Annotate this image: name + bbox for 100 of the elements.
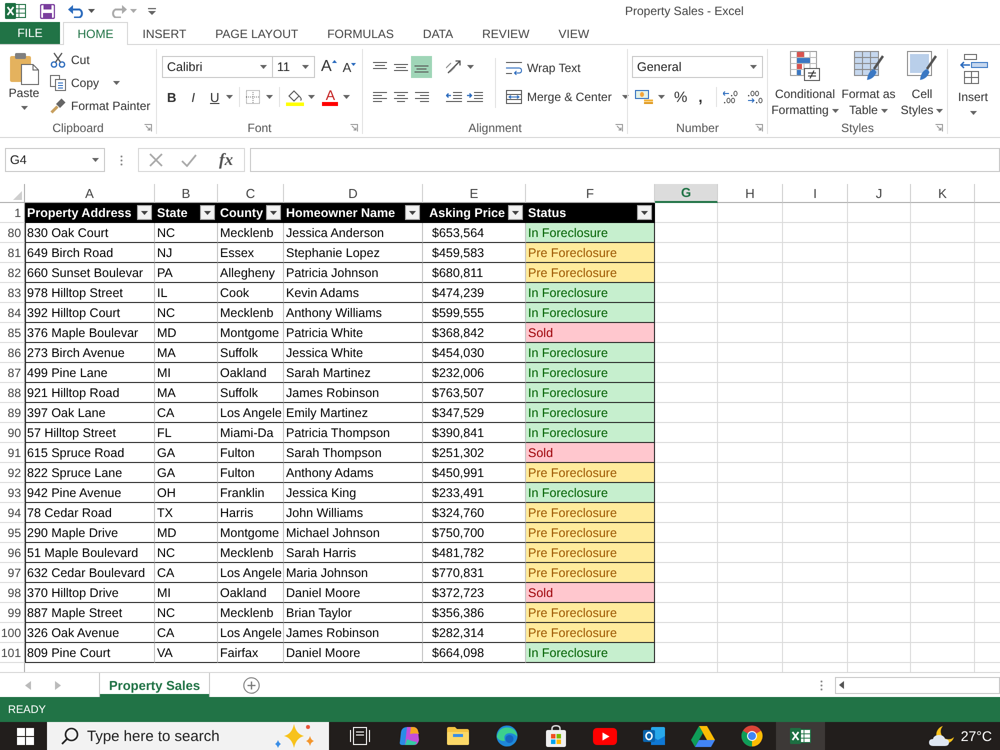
bold-button[interactable]: B <box>162 87 182 107</box>
row-header[interactable]: 95 <box>0 523 25 543</box>
row-header[interactable]: 100 <box>0 623 25 643</box>
filter-dropdown-icon[interactable] <box>200 205 215 220</box>
currency-icon[interactable] <box>635 90 653 104</box>
copy-button[interactable]: Copy <box>48 71 102 94</box>
moon-cloud-icon[interactable] <box>928 725 955 747</box>
row-header[interactable]: 92 <box>0 463 25 483</box>
caret-icon[interactable] <box>936 108 944 113</box>
row-header[interactable]: 88 <box>0 383 25 403</box>
sheet-tab[interactable]: Property Sales <box>99 673 210 697</box>
align-left-icon[interactable] <box>372 92 386 102</box>
swirl-logo-icon[interactable] <box>398 725 420 747</box>
percent-style-button[interactable]: % <box>673 88 688 106</box>
ribbon-tab[interactable]: PAGE LAYOUT <box>200 22 313 45</box>
insert-function-button[interactable]: fx <box>219 150 234 170</box>
comma-style-button[interactable]: , <box>697 88 704 106</box>
checkmark-icon[interactable] <box>181 154 197 166</box>
filter-dropdown-icon[interactable] <box>508 205 523 220</box>
caret-icon[interactable] <box>88 9 95 13</box>
align-right-icon[interactable] <box>414 92 428 102</box>
filter-dropdown-icon[interactable] <box>266 205 281 220</box>
triangle-logo-icon[interactable] <box>690 726 714 746</box>
ribbon-tab[interactable]: HOME <box>63 22 128 45</box>
customize-toolbar-icon[interactable] <box>148 8 156 14</box>
mail-app-icon[interactable] <box>642 726 664 746</box>
shopping-bag-icon[interactable] <box>546 725 566 747</box>
row-header[interactable]: 85 <box>0 323 25 343</box>
font-size-dropdown[interactable]: 11 <box>272 56 315 78</box>
conditional-formatting-button[interactable]: Conditional Formatting <box>770 45 840 119</box>
shrink-font-button[interactable]: A <box>342 60 356 74</box>
temperature-text[interactable]: 27°C <box>960 728 992 744</box>
cell-styles-button[interactable]: Cell Styles <box>897 45 947 119</box>
format-as-table-button[interactable]: Format as Table <box>840 45 897 119</box>
file-tab[interactable]: FILE <box>0 22 60 44</box>
grow-font-button[interactable]: A <box>321 58 337 76</box>
row-header[interactable]: 80 <box>0 223 25 243</box>
folder-icon[interactable] <box>446 727 468 745</box>
circle-logo-icon[interactable] <box>740 725 762 747</box>
caret-icon[interactable] <box>658 95 665 99</box>
ribbon-tab[interactable]: FORMULAS <box>312 22 408 45</box>
row-header[interactable]: 82 <box>0 263 25 283</box>
row-header[interactable]: 89 <box>0 403 25 423</box>
row-header[interactable]: 90 <box>0 423 25 443</box>
dialog-launcher-icon[interactable] <box>615 124 623 132</box>
merge-center-button[interactable]: Merge & Center <box>504 86 614 108</box>
spreadsheet-icon[interactable] <box>776 722 825 750</box>
row-header[interactable]: 93 <box>0 483 25 503</box>
number-format-dropdown[interactable]: General <box>632 56 763 78</box>
row-header[interactable]: 86 <box>0 343 25 363</box>
horizontal-scrollbar[interactable] <box>835 676 1000 694</box>
spreadsheet-icon[interactable] <box>5 3 26 19</box>
ribbon-tab[interactable]: DATA <box>408 22 468 45</box>
ribbon-tab[interactable]: INSERT <box>128 22 201 45</box>
caret-icon[interactable] <box>970 111 976 115</box>
wrap-text-button[interactable]: Wrap Text <box>504 56 629 79</box>
align-bottom-icon[interactable] <box>411 56 432 78</box>
format-painter-button[interactable]: Format Painter <box>48 94 152 117</box>
caret-icon[interactable] <box>266 95 274 99</box>
align-center-icon[interactable] <box>394 92 408 102</box>
row-header[interactable]: 84 <box>0 303 25 323</box>
underline-button[interactable]: U <box>205 87 224 107</box>
borders-icon[interactable] <box>246 90 260 104</box>
dialog-launcher-icon[interactable] <box>350 124 358 132</box>
windows-logo-icon[interactable] <box>17 728 34 744</box>
scroll-left-icon[interactable] <box>839 681 844 689</box>
caret-icon[interactable] <box>832 108 839 113</box>
caret-icon[interactable] <box>260 65 267 69</box>
caret-icon[interactable] <box>308 95 316 99</box>
row-header[interactable]: 96 <box>0 543 25 563</box>
row-header[interactable]: 97 <box>0 563 25 583</box>
ribbon-tab[interactable]: VIEW <box>544 22 604 45</box>
row-header[interactable]: 98 <box>0 583 25 603</box>
task-view-icon[interactable] <box>350 727 370 745</box>
paint-bucket-icon[interactable] <box>286 88 304 106</box>
caret-icon[interactable] <box>750 65 757 69</box>
increase-indent-icon[interactable] <box>467 91 483 103</box>
undo-icon[interactable] <box>68 4 85 18</box>
filter-dropdown-icon[interactable] <box>405 205 420 220</box>
dialog-launcher-icon[interactable] <box>755 124 763 132</box>
caret-icon[interactable] <box>302 65 309 69</box>
caret-icon[interactable] <box>880 108 888 113</box>
row-header[interactable]: 91 <box>0 443 25 463</box>
dialog-launcher-icon[interactable] <box>144 124 152 132</box>
column-header[interactable]: G <box>655 184 718 203</box>
save-icon[interactable] <box>40 4 55 18</box>
font-color-button[interactable]: A <box>321 88 340 106</box>
paste-button[interactable]: Paste <box>0 45 48 119</box>
wave-circle-icon[interactable] <box>496 725 518 747</box>
row-header[interactable]: 87 <box>0 363 25 383</box>
row-header[interactable]: 81 <box>0 243 25 263</box>
caret-icon[interactable] <box>92 158 99 162</box>
search-field[interactable]: Type here to search <box>47 722 329 750</box>
name-box[interactable]: G4 <box>5 148 105 172</box>
row-header[interactable]: 101 <box>0 643 25 663</box>
row-header[interactable]: 94 <box>0 503 25 523</box>
ribbon-tab[interactable]: REVIEW <box>468 22 544 45</box>
row-header[interactable]: 99 <box>0 603 25 623</box>
decrease-indent-icon[interactable] <box>446 91 462 103</box>
caret-icon[interactable] <box>20 106 28 110</box>
